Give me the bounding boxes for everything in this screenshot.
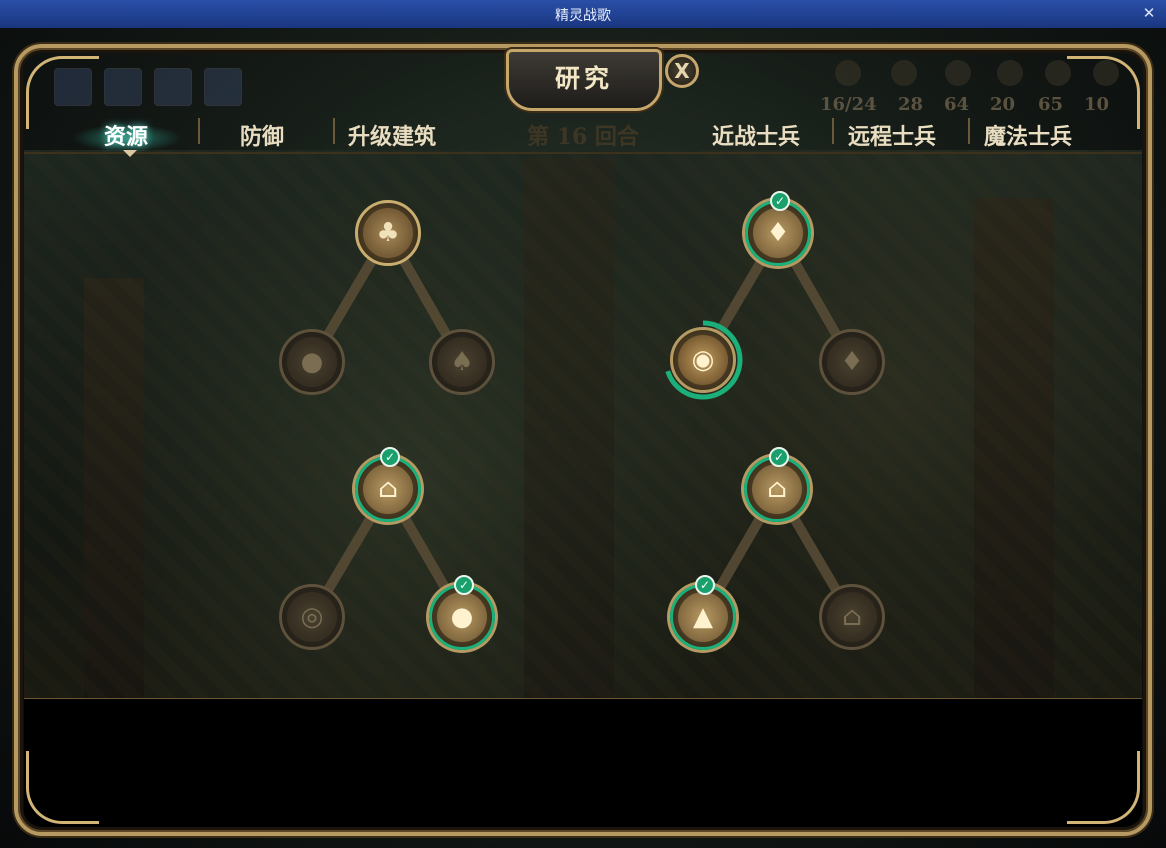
research-links bbox=[307, 228, 857, 622]
research-node-barracks[interactable]: ⌂ bbox=[819, 584, 885, 650]
research-node-apple[interactable]: ● bbox=[279, 329, 345, 395]
research-node-crystal[interactable]: ♦ ✓ bbox=[745, 191, 811, 266]
research-node-mountain[interactable]: ▲ ✓ bbox=[670, 575, 736, 650]
research-node-magic-orb[interactable]: ◉ bbox=[670, 327, 736, 393]
crystal-icon: ♦ bbox=[753, 208, 803, 258]
apple-upgrade-icon: ● bbox=[437, 592, 487, 642]
house-upgrade-icon: ⌂ bbox=[752, 464, 802, 514]
research-node-coin-stack[interactable]: ◎ bbox=[279, 584, 345, 650]
research-node-crystal-upgrade[interactable]: ♦ bbox=[819, 329, 885, 395]
magic-orb-icon: ◉ bbox=[678, 335, 728, 385]
mountain-icon: ▲ bbox=[678, 592, 728, 642]
crystal-upgrade-icon: ♦ bbox=[827, 337, 877, 387]
check-icon: ✓ bbox=[769, 447, 789, 467]
tree-upgrade-icon: ♠ bbox=[437, 337, 487, 387]
check-icon: ✓ bbox=[770, 191, 790, 211]
check-icon: ✓ bbox=[454, 575, 474, 595]
research-node-tree[interactable]: ♣ bbox=[355, 200, 421, 266]
apple-icon: ● bbox=[287, 337, 337, 387]
coin-stack-icon: ◎ bbox=[287, 592, 337, 642]
research-node-tree-upgrade[interactable]: ♠ bbox=[429, 329, 495, 395]
house-upgrade-icon: ⌂ bbox=[363, 464, 413, 514]
tree-icon: ♣ bbox=[363, 208, 413, 258]
check-icon: ✓ bbox=[380, 447, 400, 467]
research-node-apple-upgrade[interactable]: ● ✓ bbox=[429, 575, 495, 650]
check-icon: ✓ bbox=[695, 575, 715, 595]
research-node-house-upgrade-right[interactable]: ⌂ ✓ bbox=[744, 447, 810, 522]
barracks-icon: ⌂ bbox=[827, 592, 877, 642]
research-node-house-upgrade[interactable]: ⌂ ✓ bbox=[355, 447, 421, 522]
